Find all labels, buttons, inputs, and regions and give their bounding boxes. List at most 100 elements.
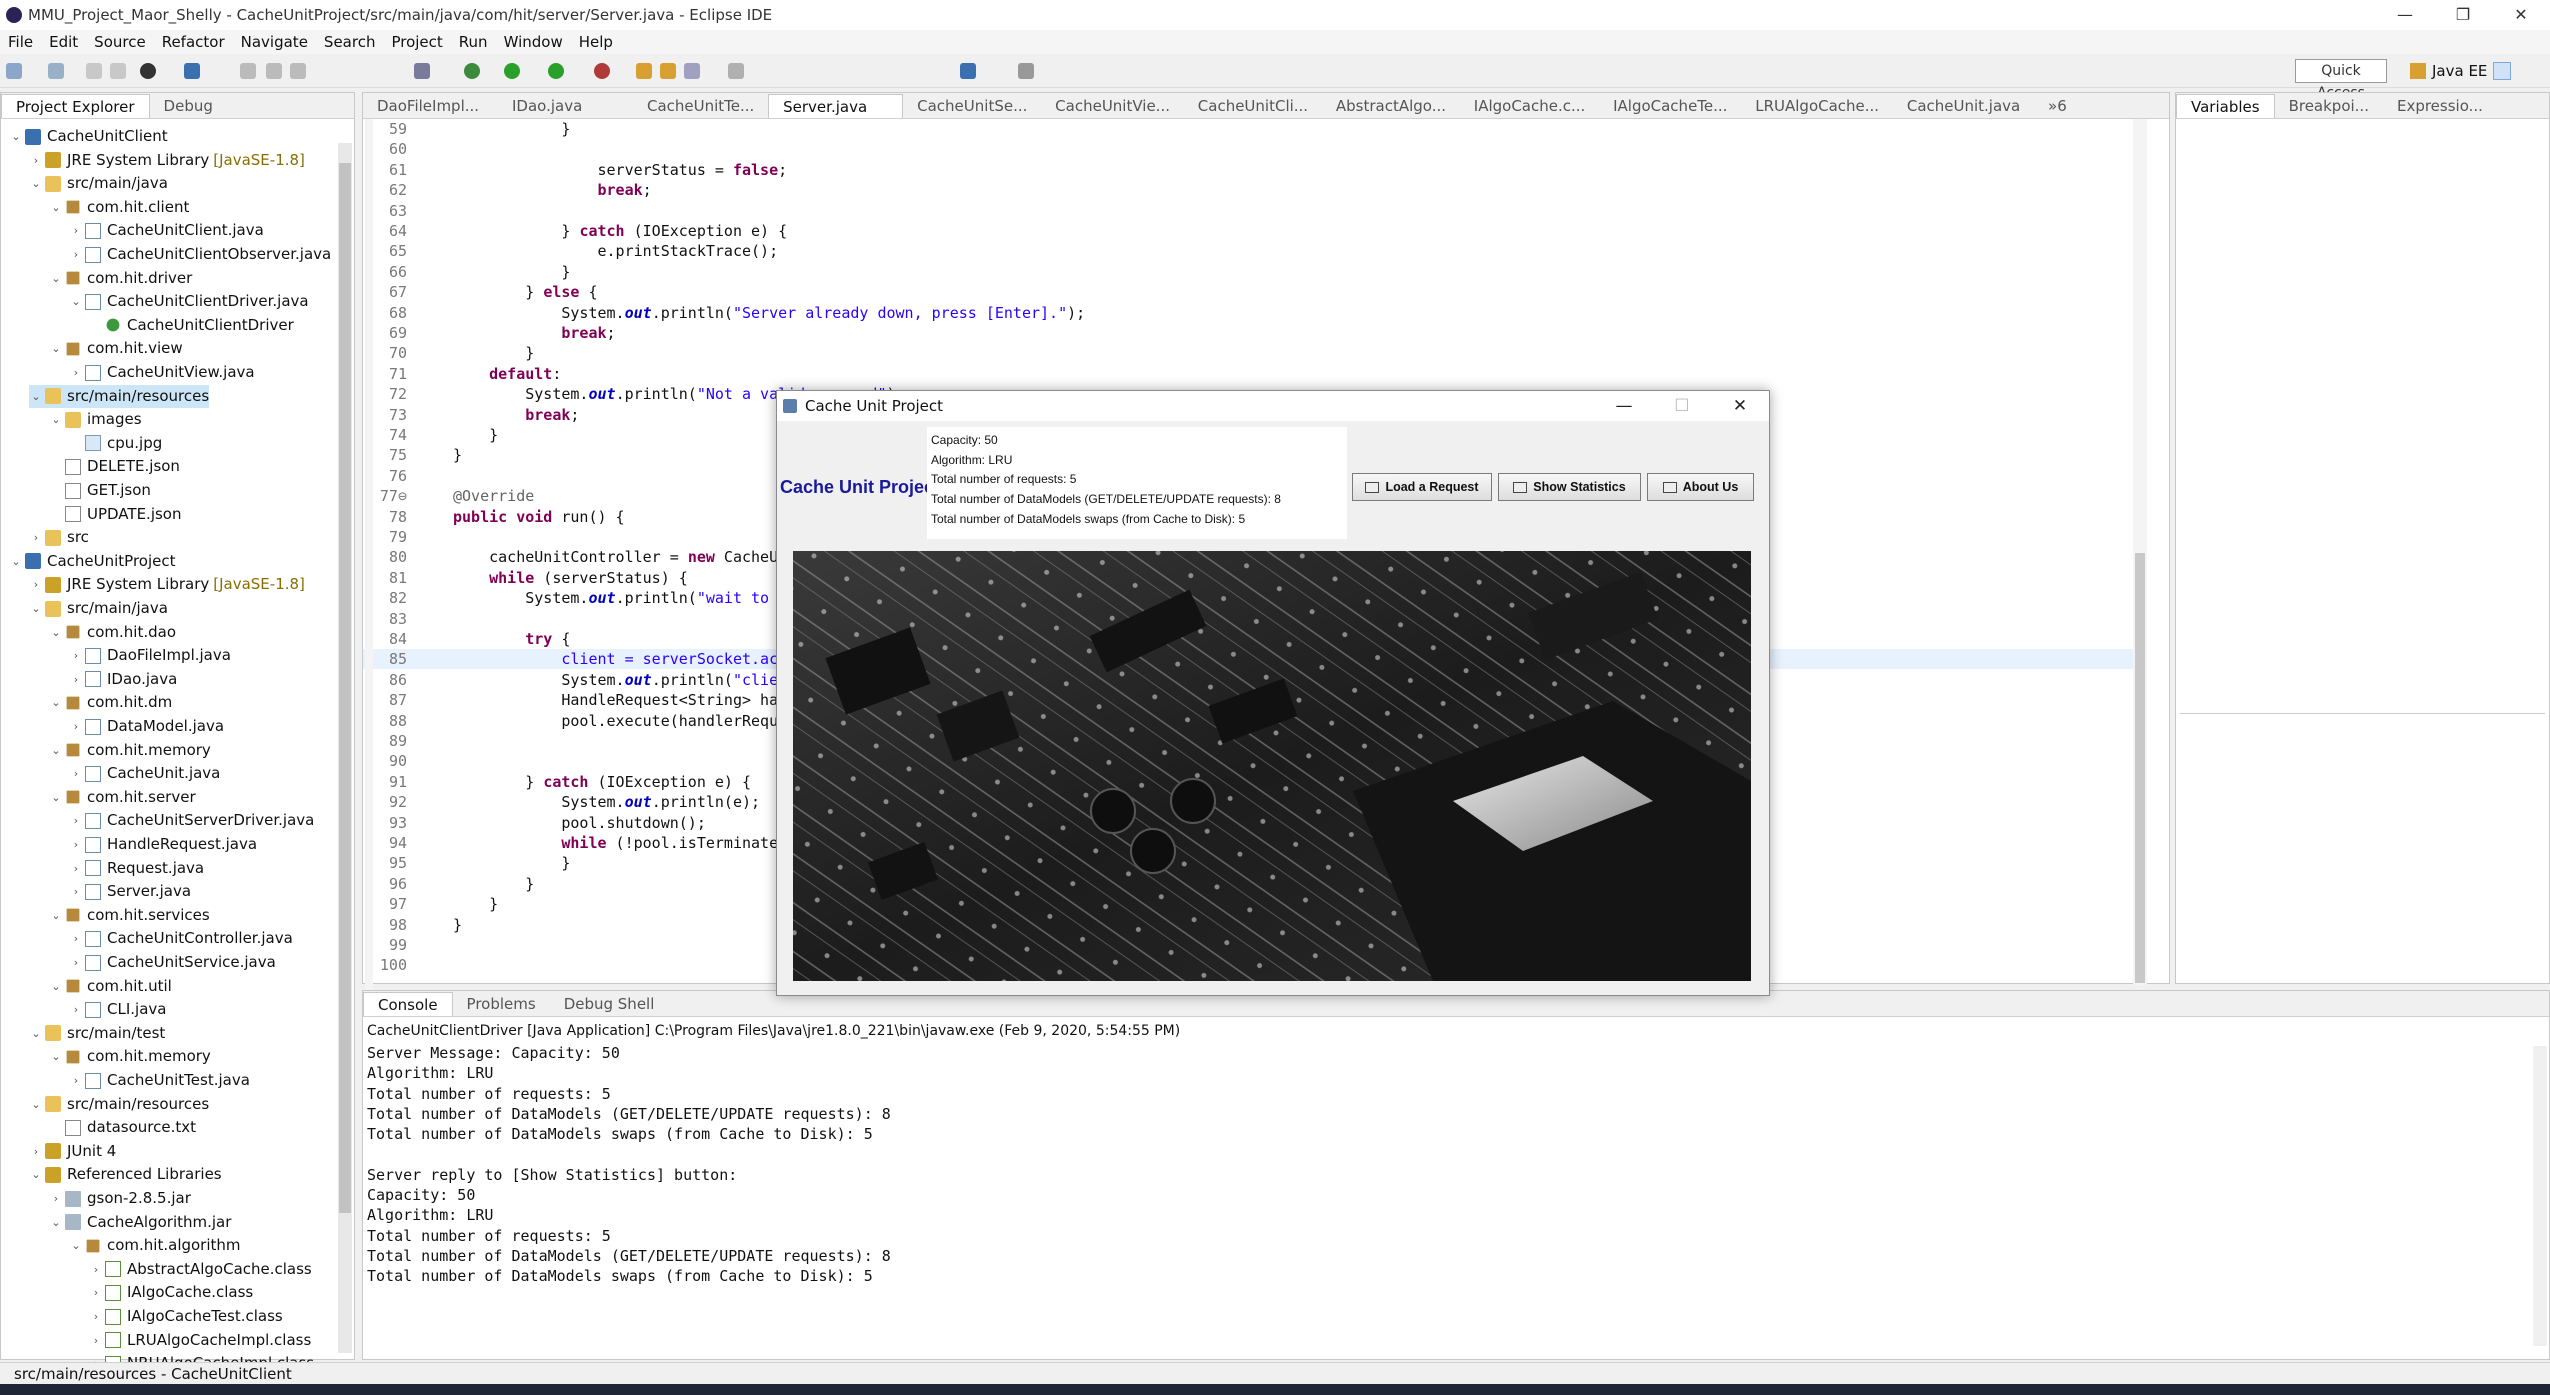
collapsed-chevron-icon[interactable]: › (69, 880, 83, 903)
tree-item[interactable]: ⌄ src/main/test (29, 1022, 165, 1045)
tree-item[interactable]: ⌄ com.hit.driver (49, 267, 192, 290)
expanded-chevron-icon[interactable]: ⌄ (29, 172, 43, 195)
collapsed-chevron-icon[interactable]: › (49, 1187, 63, 1210)
tab-expressions[interactable]: Expressio... (2383, 94, 2497, 118)
editor-tab[interactable]: DaoFileImpl... (363, 94, 498, 118)
collapsed-chevron-icon[interactable]: › (29, 1140, 43, 1163)
editor-tab[interactable]: IDao.java (498, 94, 633, 118)
tree-item[interactable]: ⌄ com.hit.view (49, 337, 182, 360)
tree-item[interactable]: ⌄ CacheUnitClientDriver.java (69, 290, 308, 313)
collapsed-chevron-icon[interactable]: › (69, 951, 83, 974)
menu-navigate[interactable]: Navigate (233, 33, 316, 51)
toggle-mark-icon[interactable] (728, 63, 744, 79)
tree-item[interactable]: › CacheUnitView.java (69, 361, 255, 384)
collapsed-chevron-icon[interactable]: › (69, 809, 83, 832)
tree-item[interactable]: ⌄ com.hit.memory (49, 739, 210, 762)
dialog-minimize-button[interactable]: — (1595, 391, 1653, 421)
tree-item[interactable]: GET.json (49, 479, 151, 502)
tree-item[interactable]: › CacheUnitTest.java (69, 1069, 250, 1092)
collapsed-chevron-icon[interactable]: › (89, 1305, 103, 1328)
collapsed-chevron-icon[interactable]: › (89, 1281, 103, 1304)
expanded-chevron-icon[interactable]: ⌄ (29, 1093, 43, 1116)
editor-tab[interactable]: CacheUnitSe... (903, 94, 1041, 118)
tree-item[interactable]: › JRE System Library [JavaSE-1.8] (29, 573, 305, 596)
search-icon[interactable] (684, 63, 700, 79)
tree-item[interactable]: › JUnit 4 (29, 1140, 116, 1163)
editor-scroll-thumb[interactable] (2135, 553, 2145, 983)
tree-item[interactable]: › CLI.java (69, 998, 167, 1021)
collapsed-chevron-icon[interactable]: › (69, 219, 83, 242)
tree-item[interactable]: › CacheUnitServerDriver.java (69, 809, 315, 832)
save-icon[interactable] (86, 63, 102, 79)
back-icon[interactable] (960, 63, 976, 79)
tab-variables[interactable]: Variables (2176, 94, 2275, 118)
tree-item[interactable]: ⌄ CacheAlgorithm.jar (49, 1211, 231, 1234)
tree-item[interactable]: ⌄ com.hit.util (49, 975, 171, 998)
collapsed-chevron-icon[interactable]: › (89, 1329, 103, 1352)
perspective-java-ee[interactable]: Java EE (2432, 62, 2487, 80)
menu-refactor[interactable]: Refactor (154, 33, 233, 51)
forward-icon[interactable] (1018, 63, 1034, 79)
menu-file[interactable]: File (0, 33, 41, 51)
menu-run[interactable]: Run (451, 33, 496, 51)
debug-perspective-icon[interactable] (140, 63, 156, 79)
expanded-chevron-icon[interactable]: ⌄ (9, 550, 23, 573)
console-scrollbar[interactable] (2533, 1046, 2547, 1346)
tree-item[interactable]: ⌄ CacheUnitProject (9, 550, 175, 573)
expanded-chevron-icon[interactable]: ⌄ (29, 1022, 43, 1045)
tree-item[interactable]: › Request.java (69, 857, 204, 880)
maximize-button[interactable]: ❐ (2434, 0, 2492, 30)
tree-item[interactable]: › HandleRequest.java (69, 833, 257, 856)
dialog-maximize-button[interactable]: ☐ (1653, 391, 1711, 421)
editor-tab[interactable]: »6 (2034, 94, 2169, 118)
external-tools-icon[interactable] (594, 63, 610, 79)
collapsed-chevron-icon[interactable]: › (69, 715, 83, 738)
tree-item[interactable]: ⌄ com.hit.dm (49, 691, 172, 714)
menu-search[interactable]: Search (316, 33, 384, 51)
open-perspective-icon[interactable] (2410, 63, 2426, 79)
tree-item[interactable]: › CacheUnitClientObserver.java (69, 243, 331, 266)
tree-item[interactable]: UPDATE.json (49, 503, 181, 526)
tab-debug[interactable]: Debug (150, 94, 227, 118)
collapsed-chevron-icon[interactable]: › (29, 573, 43, 596)
tree-item[interactable]: › src (29, 526, 89, 549)
menu-edit[interactable]: Edit (41, 33, 86, 51)
open-type-icon[interactable] (636, 63, 652, 79)
quick-access-input[interactable]: Quick Access (2295, 59, 2387, 101)
tree-item[interactable]: › IAlgoCache.class (89, 1281, 253, 1304)
suspend-icon[interactable] (266, 63, 282, 79)
tree-item[interactable]: › IAlgoCacheTest.class (89, 1305, 283, 1328)
debug-perspective-button[interactable] (2493, 62, 2512, 80)
tree-item[interactable]: › CacheUnitController.java (69, 927, 293, 950)
menu-source[interactable]: Source (86, 33, 154, 51)
tree-item[interactable]: ⌄ com.hit.algorithm (69, 1234, 240, 1257)
tree-item[interactable]: ⌄ images (49, 408, 141, 431)
tree-item[interactable]: › DaoFileImpl.java (69, 644, 231, 667)
tree-item[interactable]: ⌄ src/main/java (29, 597, 168, 620)
collapsed-chevron-icon[interactable]: › (69, 857, 83, 880)
tree-item[interactable]: ⌄ com.hit.client (49, 196, 189, 219)
collapsed-chevron-icon[interactable]: › (69, 833, 83, 856)
collapsed-chevron-icon[interactable]: › (69, 927, 83, 950)
expanded-chevron-icon[interactable]: ⌄ (29, 385, 43, 408)
terminate-icon[interactable] (290, 63, 306, 79)
save-all-icon[interactable] (110, 63, 126, 79)
collapsed-chevron-icon[interactable]: › (29, 149, 43, 172)
editor-tab[interactable]: Server.java (768, 94, 904, 118)
expanded-chevron-icon[interactable]: ⌄ (49, 691, 63, 714)
close-button[interactable]: ✕ (2492, 0, 2550, 30)
tab-project-explorer[interactable]: Project Explorer (1, 94, 150, 118)
tab-breakpoints[interactable]: Breakpoi... (2275, 94, 2383, 118)
expanded-chevron-icon[interactable]: ⌄ (69, 290, 83, 313)
dialog-close-button[interactable]: ✕ (1711, 391, 1769, 421)
expanded-chevron-icon[interactable]: ⌄ (49, 739, 63, 762)
console-icon[interactable] (184, 63, 200, 79)
tree-item[interactable]: ⌄ com.hit.dao (49, 621, 176, 644)
tree-item[interactable]: › Server.java (69, 880, 191, 903)
tree-item[interactable]: ⌄ src/main/resources (29, 1093, 209, 1116)
tree-item[interactable]: › gson-2.8.5.jar (49, 1187, 191, 1210)
tree-item[interactable]: › CacheUnitClient.java (69, 219, 264, 242)
tree-item[interactable]: › JRE System Library [JavaSE-1.8] (29, 149, 305, 172)
open-task-icon[interactable] (660, 63, 676, 79)
expanded-chevron-icon[interactable]: ⌄ (49, 975, 63, 998)
